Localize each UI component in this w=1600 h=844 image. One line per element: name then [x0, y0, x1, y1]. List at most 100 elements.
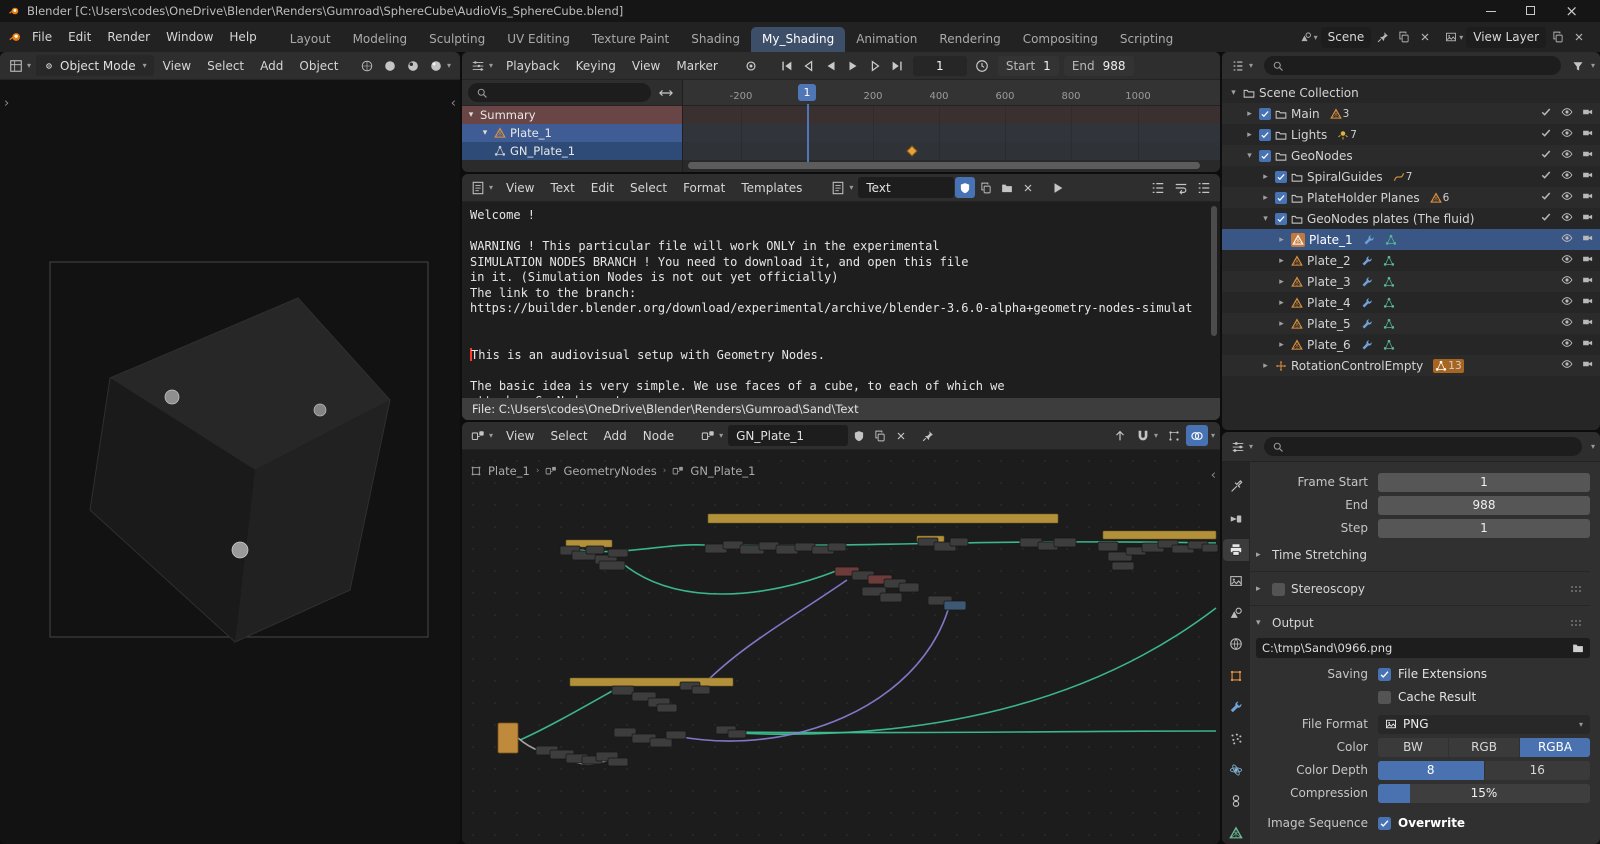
hide-viewport-icon[interactable]: [1561, 148, 1573, 160]
text-menu-select[interactable]: Select: [622, 177, 675, 199]
properties-tab-scene[interactable]: [1223, 602, 1249, 624]
viewport-menu-add[interactable]: Add: [252, 55, 291, 77]
render-enable-icon[interactable]: [1540, 127, 1552, 139]
viewport-menu-view[interactable]: View: [155, 55, 199, 77]
workspace-tab-sculpting[interactable]: Sculpting: [418, 27, 496, 52]
workspace-tab-compositing[interactable]: Compositing: [1012, 27, 1109, 52]
properties-tab-output[interactable]: [1223, 538, 1249, 562]
expand-icon[interactable]: ▸: [1260, 361, 1271, 371]
keyframe-area[interactable]: -200 200 400 600 800 1000 1: [682, 80, 1220, 172]
node-tree-name-field[interactable]: GN_Plate_1: [728, 425, 849, 446]
depth-option-16[interactable]: 16: [1484, 760, 1590, 780]
scene-name-field[interactable]: Scene: [1320, 26, 1372, 48]
breadcrumb-item[interactable]: Plate_1: [488, 464, 530, 478]
stereoscopy-checkbox[interactable]: [1272, 582, 1285, 596]
open-folder-button[interactable]: [1572, 642, 1584, 654]
shading-rendered-button[interactable]: ▾: [425, 55, 455, 76]
node-menu-view[interactable]: View: [498, 425, 542, 447]
node-tree-browse-button[interactable]: ▾: [697, 425, 727, 446]
node[interactable]: [949, 537, 969, 547]
outliner-row-spiralguides[interactable]: ▸ SpiralGuides 7: [1222, 166, 1600, 187]
line-numbers-toggle[interactable]: [1147, 177, 1169, 198]
disable-render-icon[interactable]: [1582, 127, 1594, 139]
frame-start-field[interactable]: 1: [1378, 472, 1590, 492]
collapse-icon[interactable]: ▾: [1260, 214, 1271, 224]
run-script-button[interactable]: [1047, 177, 1069, 198]
frame-step-field[interactable]: 1: [1378, 518, 1590, 538]
timeline-menu-view[interactable]: View: [624, 55, 668, 77]
filter-button[interactable]: [1568, 55, 1588, 76]
current-frame-field[interactable]: 1: [912, 55, 967, 76]
play-button[interactable]: [843, 56, 864, 76]
text-datablock-field[interactable]: Text: [858, 177, 955, 198]
outliner-row-plate-2[interactable]: ▸ Plate_2: [1222, 250, 1600, 271]
render-enable-icon[interactable]: [1540, 148, 1552, 160]
depth-option-8[interactable]: 8: [1378, 760, 1484, 780]
node[interactable]: [598, 560, 626, 571]
text-scrollbar[interactable]: [1211, 206, 1217, 336]
new-scene-button[interactable]: [1395, 27, 1413, 47]
hide-viewport-icon[interactable]: [1561, 253, 1573, 265]
color-option-rgba[interactable]: RGBA: [1520, 737, 1590, 757]
toolbar-expand-icon[interactable]: ›: [4, 96, 9, 111]
expand-icon[interactable]: ▸: [1260, 172, 1271, 182]
shading-wireframe-button[interactable]: [356, 55, 378, 76]
fake-user-shield-button[interactable]: [955, 177, 976, 198]
node[interactable]: [691, 685, 711, 695]
properties-tab-modifiers[interactable]: [1223, 696, 1249, 718]
node[interactable]: [607, 548, 629, 558]
remove-view-layer-button[interactable]: [1570, 27, 1588, 47]
text-browse-button[interactable]: ▾: [827, 177, 857, 198]
text-content[interactable]: Welcome ! WARNING ! This particular file …: [462, 202, 1220, 398]
collapse-icon[interactable]: ▾: [1228, 88, 1239, 98]
pin-node-tree-button[interactable]: [918, 425, 938, 446]
output-panel[interactable]: ▾ Output: [1256, 613, 1590, 633]
workspace-tab-layout[interactable]: Layout: [279, 27, 342, 52]
output-path-field[interactable]: C:\tmp\Sand\0966.png: [1256, 638, 1590, 658]
breadcrumb-item[interactable]: GeometryNodes: [563, 464, 656, 478]
frame-start-field[interactable]: Start 1: [997, 55, 1059, 76]
menu-file[interactable]: File: [24, 26, 60, 48]
object-mode-dropdown[interactable]: Object Mode ▾: [36, 55, 154, 76]
jump-to-start-button[interactable]: [777, 56, 798, 76]
hide-viewport-icon[interactable]: [1561, 274, 1573, 286]
workspace-tab-my_shading[interactable]: My_Shading: [751, 27, 846, 52]
go-to-parent-button[interactable]: [1109, 425, 1131, 446]
scene-browse-button[interactable]: ▾: [1300, 27, 1318, 47]
outliner-row-lights[interactable]: ▸ Lights 7: [1222, 124, 1600, 145]
render-enable-icon[interactable]: [1540, 190, 1552, 202]
collapse-icon[interactable]: ▾: [1244, 151, 1255, 161]
outliner-row-plateholder-planes[interactable]: ▸ PlateHolder Planes 6: [1222, 187, 1600, 208]
cache-result-checkbox[interactable]: [1378, 690, 1391, 704]
collection-checkbox[interactable]: [1275, 170, 1287, 183]
text-menu-format[interactable]: Format: [675, 177, 733, 199]
node[interactable]: [727, 729, 747, 739]
frame-range-toggle[interactable]: [655, 83, 676, 103]
workspace-tab-modeling[interactable]: Modeling: [342, 27, 419, 52]
hide-viewport-icon[interactable]: [1561, 211, 1573, 223]
disable-render-icon[interactable]: [1582, 337, 1594, 349]
expand-icon[interactable]: ▸: [1276, 340, 1287, 350]
node[interactable]: [607, 757, 629, 767]
node[interactable]: [898, 582, 920, 593]
node-sidebar-expand-icon[interactable]: ‹: [1211, 468, 1216, 483]
properties-options-caret[interactable]: ▾: [1591, 442, 1595, 451]
expand-icon[interactable]: ▾: [480, 128, 490, 138]
timeline-menu-marker[interactable]: Marker: [668, 55, 725, 77]
properties-tab-object-data[interactable]: [1223, 822, 1249, 844]
menu-window[interactable]: Window: [158, 26, 221, 48]
collection-checkbox[interactable]: [1259, 107, 1271, 120]
timeline-menu-keying[interactable]: Keying: [568, 55, 624, 77]
new-view-layer-button[interactable]: [1549, 27, 1567, 47]
disable-render-icon[interactable]: [1582, 316, 1594, 328]
syntax-highlight-toggle[interactable]: [1193, 177, 1215, 198]
hide-viewport-icon[interactable]: [1561, 295, 1573, 307]
node[interactable]: [665, 730, 687, 740]
close-button[interactable]: ×: [1565, 3, 1578, 19]
node-selected[interactable]: [497, 722, 519, 754]
use-preview-range-toggle[interactable]: [972, 56, 993, 76]
workspace-tab-scripting[interactable]: Scripting: [1109, 27, 1184, 52]
collection-checkbox[interactable]: [1259, 128, 1271, 141]
outliner-row-plate-3[interactable]: ▸ Plate_3: [1222, 271, 1600, 292]
shading-solid-button[interactable]: [379, 55, 401, 76]
